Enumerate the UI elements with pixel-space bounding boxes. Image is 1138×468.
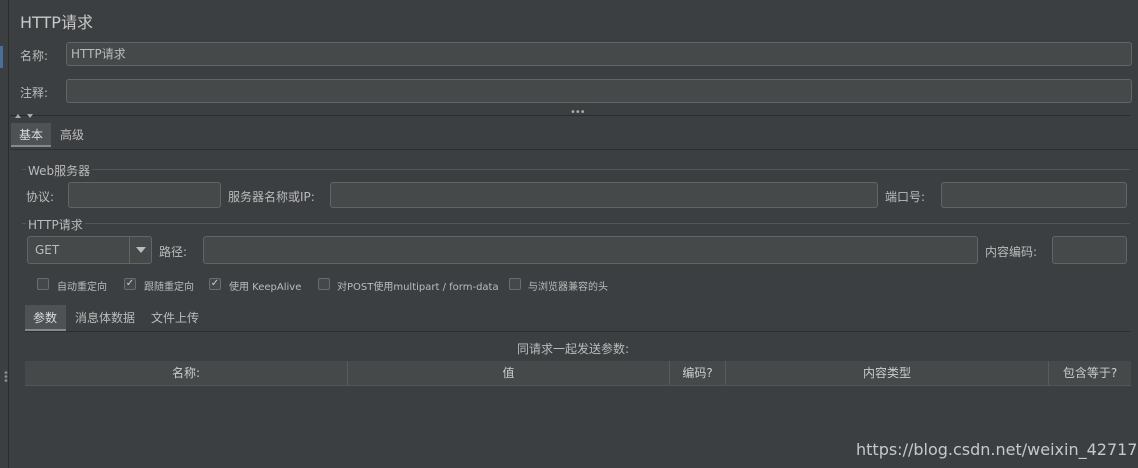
left-gutter [0, 0, 9, 468]
tab-file-upload[interactable]: 文件上传 [143, 305, 207, 331]
method-select[interactable]: GET [27, 236, 152, 264]
column-header-content-type[interactable]: 内容类型 [726, 361, 1049, 385]
table-header-bottom-border [25, 385, 1131, 386]
comment-input[interactable] [66, 79, 1132, 103]
path-label: 路径: [159, 245, 188, 259]
content-encoding-input[interactable] [1052, 236, 1127, 264]
server-name-input[interactable] [330, 182, 878, 208]
path-input[interactable] [203, 236, 978, 264]
checkbox[interactable] [37, 278, 49, 290]
web-server-group-border [22, 169, 1130, 170]
checkbox[interactable] [509, 278, 521, 290]
params-table-header: 名称: 值 编码? 内容类型 包含等于? [25, 361, 1131, 385]
tab-basic[interactable]: 基本 [11, 123, 51, 147]
split-divider[interactable]: ••• [10, 107, 1130, 121]
method-value: GET [35, 243, 60, 257]
checkbox-checked[interactable]: ✓ [124, 278, 136, 290]
option-label: 对POST使用multipart / form-data [337, 282, 499, 293]
collapse-arrows-icon[interactable] [14, 112, 36, 120]
content-encoding-label: 内容编码: [985, 245, 1038, 259]
port-input[interactable] [941, 182, 1127, 208]
tab-parameters[interactable]: 参数 [25, 305, 66, 331]
column-header-encode[interactable]: 编码? [670, 361, 726, 385]
subtabs-underline [25, 331, 1131, 332]
option-label: 与浏览器兼容的头 [528, 282, 608, 293]
option-label: 使用 KeepAlive [229, 282, 302, 293]
http-request-group-title: HTTP请求 [26, 216, 85, 233]
http-request-group-border [22, 223, 1130, 224]
checkbox[interactable] [318, 278, 330, 290]
drag-handle-icon[interactable]: • • • [3, 369, 9, 387]
option-label: 跟随重定向 [144, 282, 194, 293]
name-label: 名称: [20, 49, 49, 63]
column-header-name[interactable]: 名称: [25, 361, 348, 385]
option-label: 自动重定向 [57, 282, 107, 293]
server-name-label: 服务器名称或IP: [228, 190, 315, 204]
comment-label: 注释: [20, 86, 49, 100]
protocol-label: 协议: [26, 190, 55, 204]
split-grip-icon: ••• [570, 107, 586, 118]
method-dropdown-button[interactable] [129, 237, 153, 263]
gutter-selection-marker [0, 46, 3, 68]
port-label: 端口号: [885, 190, 926, 204]
column-header-value[interactable]: 值 [348, 361, 670, 385]
panel-title: HTTP请求 [20, 13, 93, 32]
params-caption: 同请求一起发送参数: [517, 342, 630, 356]
tab-advanced[interactable]: 高级 [52, 123, 92, 147]
column-header-include-equals[interactable]: 包含等于? [1049, 361, 1131, 385]
checkbox-checked[interactable]: ✓ [209, 278, 221, 290]
web-server-group-title: Web服务器 [26, 162, 93, 179]
protocol-input[interactable] [68, 182, 221, 208]
name-input[interactable]: HTTP请求 [66, 42, 1132, 66]
chevron-down-icon [136, 247, 146, 253]
watermark-text: https://blog.csdn.net/weixin_42717928 [856, 440, 1138, 459]
tab-body-data[interactable]: 消息体数据 [67, 305, 143, 331]
tabs-underline [10, 149, 1138, 150]
